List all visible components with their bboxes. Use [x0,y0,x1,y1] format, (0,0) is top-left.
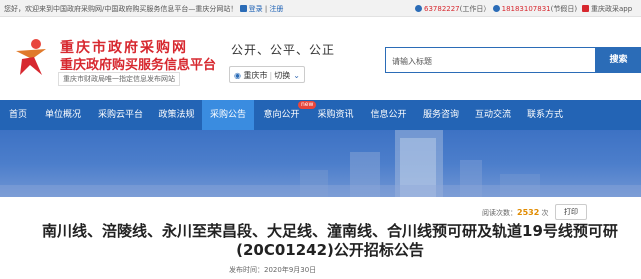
search-placeholder: 请输入标题 [392,57,432,66]
search-button[interactable]: 搜索 [596,47,641,73]
login-link[interactable]: 登录 [249,5,263,13]
nav-item-policy[interactable]: 政策法规 [151,100,202,130]
read-count: 阅读次数：2532 次 [482,208,549,218]
nav-item-disclosure[interactable]: 信息公开 [362,100,415,130]
region-divider: | [269,71,273,80]
register-link[interactable]: 注册 [269,5,283,13]
app-label: 重庆政采app [591,5,633,13]
region-switch[interactable]: 切换 [274,71,290,80]
nav-item-consult[interactable]: 服务咨询 [415,100,467,130]
app-link[interactable]: 重庆政采app [582,4,632,14]
date-value: 2020年9月30日 [264,266,317,274]
hero-banner [0,130,641,197]
city-skyline-image [0,130,641,197]
nav-item-overview[interactable]: 单位概况 [36,100,90,130]
search-input[interactable]: 请输入标题 [385,47,596,73]
date-label: 发布时间： [229,266,264,274]
hotlines: 63782227(工作日） 18183107831(节假日) [415,4,577,14]
chevron-down-icon: ⌄ [293,71,300,80]
publish-date: 发布时间：2020年9月30日 [229,265,316,275]
article-card: 阅读次数：2532 次 打印 南川线、涪陵线、永川至荣昌段、大足线、潼南线、合川… [7,197,629,279]
hotline-workday: 63782227 [424,5,460,13]
logo-icon[interactable] [12,37,52,77]
nav-item-contact[interactable]: 联系方式 [519,100,571,130]
read-unit: 次 [541,209,549,217]
phone-icon [492,5,500,12]
hotline-holiday: 18183107831 [501,5,551,13]
hotline-workday-note: (工作日） [459,5,491,13]
brand-note: 重庆市财政局唯一指定信息发布网站 [58,72,180,86]
user-icon [239,5,247,12]
hotline-holiday-note: (节假日) [550,5,578,13]
nav-item-announcements[interactable]: 采购公告 [202,100,254,130]
new-badge: new [298,101,317,109]
nav-item-interaction[interactable]: 互动交流 [467,100,519,130]
print-button[interactable]: 打印 [555,204,587,220]
welcome-text: 您好，欢迎来到中国政府采购网/中国政府购买服务信息平台—重庆分网站！ [4,5,238,13]
mobile-icon [582,5,589,12]
main-nav: 首页 单位概况 采购云平台 政策法规 采购公告 意向公开 采购资讯 信息公开 服… [0,100,641,130]
welcome-message: 您好，欢迎来到中国政府采购网/中国政府购买服务信息平台—重庆分网站！ 登录 | … [4,4,283,14]
slogan: 公开、公平、公正 [231,43,336,57]
phone-icon [415,5,422,12]
region-name: 重庆市 [243,71,268,80]
nav-item-cloud-platform[interactable]: 采购云平台 [90,100,151,130]
nav-item-news[interactable]: 采购资讯 [309,100,362,130]
top-bar: 您好，欢迎来到中国政府采购网/中国政府购买服务信息平台—重庆分网站！ 登录 | … [0,0,641,17]
read-label: 阅读次数： [482,209,517,217]
brand-subtitle: 重庆政府购买服务信息平台 [60,58,217,73]
read-count-value: 2532 [517,208,540,217]
nav-item-home[interactable]: 首页 [0,100,36,130]
location-pin-icon: ◉ [234,71,241,80]
site-header: 重庆市政府采购网 重庆政府购买服务信息平台 重庆市财政局唯一指定信息发布网站 公… [0,17,641,100]
region-selector[interactable]: ◉ 重庆市 | 切换 ⌄ [229,66,305,83]
article-title: 南川线、涪陵线、永川至荣昌段、大足线、潼南线、合川线预可研及轨道19号线预可研(… [42,222,618,259]
